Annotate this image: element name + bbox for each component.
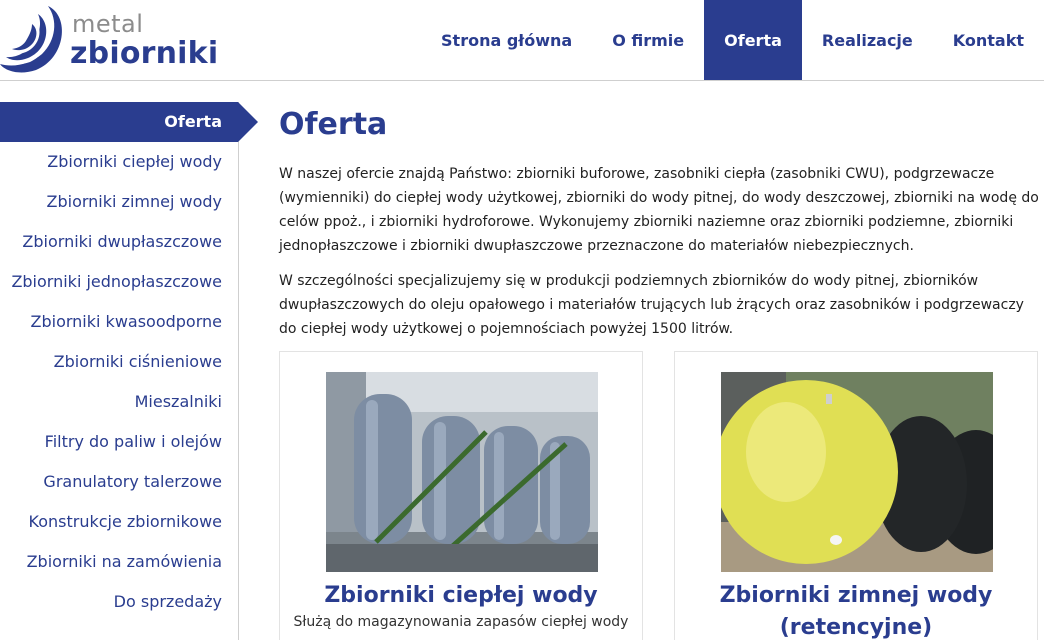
sidebar-item-mieszalniki[interactable]: Mieszalniki (0, 382, 238, 422)
offer-card-cieplej-wody[interactable]: Zbiorniki ciepłej wody Służą do magazyno… (279, 351, 643, 640)
card-title[interactable]: Zbiorniki zimnej wody (retencyjne) (675, 580, 1037, 640)
card-description: Służą do magazynowania zapasów ciepłej w… (293, 614, 629, 630)
sidebar-item-zbiorniki-kwasoodporne[interactable]: Zbiorniki kwasoodporne (0, 302, 238, 342)
site-logo[interactable]: metal zbiorniki (0, 0, 220, 80)
nav-item-realizacje[interactable]: Realizacje (802, 0, 933, 80)
sidebar-item-zbiorniki-cisnieniowe[interactable]: Zbiorniki ciśnieniowe (0, 342, 238, 382)
site-header: metal zbiorniki Strona główna O firmie O… (0, 0, 1044, 81)
main-content: Oferta W naszej ofercie znajdą Państwo: … (279, 100, 1039, 640)
card-title[interactable]: Zbiorniki ciepłej wody (280, 580, 642, 612)
sidebar-item-zbiorniki-dwuplaszczowe[interactable]: Zbiorniki dwupłaszczowe (0, 222, 238, 262)
page-title: Oferta (279, 107, 388, 142)
logo-text-metal: metal (72, 10, 144, 38)
logo-swirl-icon (0, 6, 62, 73)
sidebar-item-konstrukcje[interactable]: Konstrukcje zbiornikowe (0, 502, 238, 542)
offer-cards: Zbiorniki ciepłej wody Służą do magazyno… (279, 351, 1039, 640)
product-image-hot-water-tanks[interactable] (326, 372, 598, 572)
intro-paragraph-1: W naszej ofercie znajdą Państwo: zbiorni… (279, 166, 1039, 254)
intro-paragraph-2: W szczególności specjalizujemy się w pro… (279, 273, 1024, 337)
sidebar-item-zbiorniki-cieplej-wody[interactable]: Zbiorniki ciepłej wody (0, 142, 238, 182)
offer-card-zimnej-wody[interactable]: Zbiorniki zimnej wody (retencyjne) (674, 351, 1038, 640)
sidebar-menu: Oferta Zbiorniki ciepłej wody Zbiorniki … (0, 102, 258, 640)
sidebar-item-oferta-active[interactable]: Oferta (0, 102, 238, 142)
sidebar-item-granulatory[interactable]: Granulatory talerzowe (0, 462, 238, 502)
sidebar-item-do-sprzedazy[interactable]: Do sprzedaży (0, 582, 238, 622)
product-image-cold-water-tanks[interactable] (721, 372, 993, 572)
sidebar-item-zbiorniki-zimnej-wody[interactable]: Zbiorniki zimnej wody (0, 182, 238, 222)
nav-item-strona-glowna[interactable]: Strona główna (421, 0, 592, 80)
logo-text-zbiorniki: zbiorniki (70, 36, 219, 71)
sidebar-item-zbiorniki-jednoplaszczowe[interactable]: Zbiorniki jednopłaszczowe (0, 262, 238, 302)
nav-item-kontakt[interactable]: Kontakt (933, 0, 1044, 80)
sidebar-list: Zbiorniki ciepłej wody Zbiorniki zimnej … (0, 142, 238, 622)
nav-item-oferta[interactable]: Oferta (704, 0, 802, 80)
sidebar-active-arrow (238, 102, 258, 142)
main-nav: Strona główna O firmie Oferta Realizacje… (421, 0, 1044, 80)
sidebar-item-na-zamowienia[interactable]: Zbiorniki na zamówienia (0, 542, 238, 582)
sidebar-item-filtry[interactable]: Filtry do paliw i olejów (0, 422, 238, 462)
nav-item-o-firmie[interactable]: O firmie (592, 0, 704, 80)
